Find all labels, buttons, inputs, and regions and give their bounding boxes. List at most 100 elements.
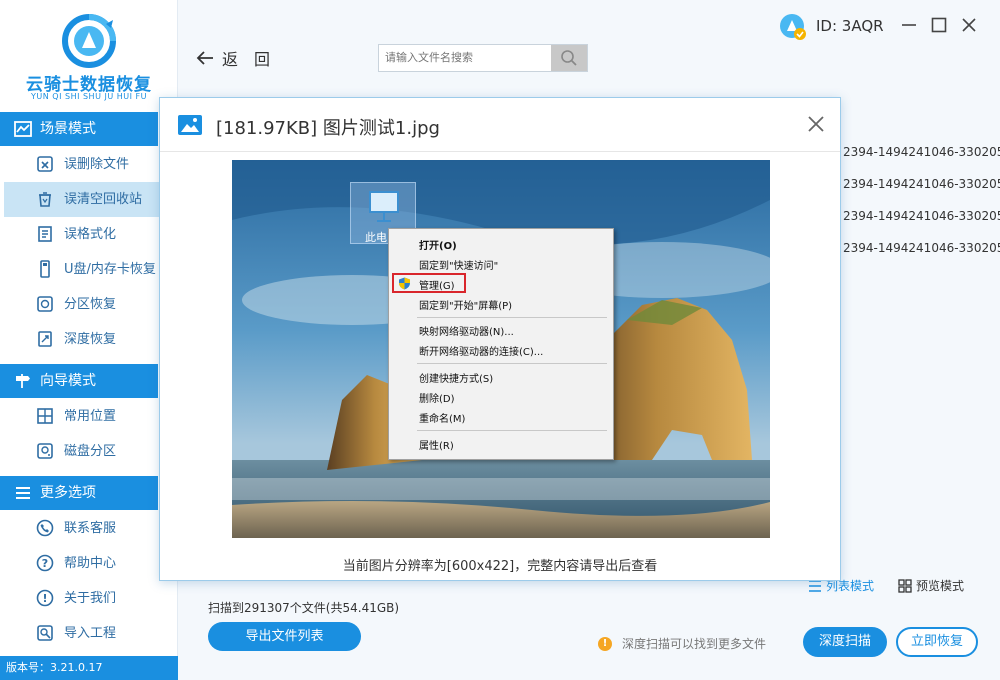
menu-separator <box>417 317 607 318</box>
dialog-title: [181.97KB] 图片测试1.jpg <box>216 118 440 139</box>
nav-label: 误清空回收站 <box>64 192 143 207</box>
nav-usb-recovery[interactable]: U盘/内存卡恢复 <box>0 252 178 287</box>
preview-mode-toggle[interactable]: 预览模式 <box>898 577 964 594</box>
file-row-id[interactable]: 2394-1494241046-3302053 <box>843 177 1000 191</box>
menu-item-open: 打开(O) <box>419 241 457 252</box>
hint-text: 深度扫描可以找到更多文件 <box>622 637 767 651</box>
dialog-close-icon[interactable] <box>806 114 826 134</box>
title-bar-right: ID: 3AQR <box>778 12 1000 42</box>
brand-subtitle: YUN QI SHI SHU JU HUI FU <box>31 92 147 101</box>
menu-item-pin-quick-access: 固定到"快速访问" <box>419 261 499 272</box>
info-icon: ! <box>36 589 54 607</box>
recover-now-button[interactable]: 立即恢复 <box>896 627 978 657</box>
menu-item-create-shortcut: 创建快捷方式(S) <box>419 374 494 385</box>
recycle-bin-icon <box>39 192 51 207</box>
nav-deleted-files[interactable]: 误删除文件 <box>0 147 178 182</box>
import-icon <box>37 625 53 641</box>
nav-label: 磁盘分区 <box>64 444 117 459</box>
nav-about-us[interactable]: ! 关于我们 <box>0 581 178 616</box>
nav-label: 关于我们 <box>64 591 117 606</box>
menu-separator <box>417 430 607 431</box>
menu-item-manage: 管理(G) <box>419 281 455 292</box>
image-icon <box>178 115 202 135</box>
grid-icon <box>898 578 912 593</box>
search-button[interactable] <box>551 45 587 71</box>
nav-format[interactable]: 误格式化 <box>0 217 178 252</box>
window-controls <box>900 16 978 34</box>
menu-separator <box>417 363 607 364</box>
section-more-options: 更多选项 <box>0 476 158 510</box>
search-input[interactable] <box>379 45 551 71</box>
context-menu-screenshot: 打开(O) 固定到"快速访问" 管理(G) 固定到"开始"屏幕(P) 映射网络驱… <box>388 228 614 460</box>
hard-disk-icon <box>37 443 53 459</box>
menu-item-map-drive: 映射网络驱动器(N)... <box>419 327 514 338</box>
resolution-caption: 当前图片分辨率为[600x422]，完整内容请导出后查看 <box>342 559 658 574</box>
minimize-icon[interactable] <box>900 16 918 34</box>
back-button[interactable]: 返 回 <box>196 46 270 70</box>
logo-icon <box>62 14 116 68</box>
nav-contact-support[interactable]: 联系客服 <box>0 511 178 546</box>
section-title: 更多选项 <box>40 485 96 501</box>
nav-label: U盘/内存卡恢复 <box>64 262 156 277</box>
nav-label: 分区恢复 <box>64 297 117 312</box>
windows-icon <box>37 408 53 424</box>
nav-label: 深度恢复 <box>64 332 117 347</box>
export-file-list-button[interactable]: 导出文件列表 <box>208 622 361 651</box>
deep-scan-hint: ! 深度扫描可以找到更多文件 <box>598 635 766 652</box>
preview-mode-label: 预览模式 <box>916 579 965 593</box>
nav-help-center[interactable]: ? 帮助中心 <box>0 546 178 581</box>
warning-icon: ! <box>598 636 612 651</box>
scan-summary: 扫描到291307个文件(共54.41GB) <box>208 601 400 615</box>
monitor-icon <box>369 191 399 222</box>
svg-text:?: ? <box>42 557 48 570</box>
deleted-files-icon <box>37 156 53 172</box>
shield-icon <box>399 277 410 290</box>
menu-item-delete: 删除(D) <box>419 394 455 405</box>
usb-drive-icon <box>40 260 50 278</box>
nav-import-project[interactable]: 导入工程 <box>0 616 178 651</box>
menu-item-disconnect-drive: 断开网络驱动器的连接(C)... <box>419 347 544 358</box>
section-title: 向导模式 <box>40 373 96 389</box>
version-label: 版本号：3.21.0.17 <box>0 656 178 680</box>
signpost-icon <box>16 374 30 388</box>
back-label: 返 回 <box>222 50 271 69</box>
menu-icon <box>16 487 30 499</box>
deep-scan-button[interactable]: 深度扫描 <box>803 627 887 657</box>
user-avatar-icon[interactable] <box>778 12 808 42</box>
nav-label: 联系客服 <box>64 521 117 536</box>
nav-partition-recovery[interactable]: 分区恢复 <box>0 287 178 322</box>
disk-icon <box>37 296 53 312</box>
sidebar: 云骑士数据恢复 YUN QI SHI SHU JU HUI FU 场景模式 误删… <box>0 0 178 680</box>
section-wizard-mode: 向导模式 <box>0 364 158 398</box>
nav-recycle-bin[interactable]: 误清空回收站 <box>4 182 174 217</box>
nav-label: 误删除文件 <box>64 157 130 172</box>
search-box <box>378 44 588 72</box>
desktop-icon-label: 此电 <box>365 231 387 244</box>
file-row-id[interactable]: 2394-1494241046-3302053 <box>843 241 1000 255</box>
dialog-header: [181.97KB] 图片测试1.jpg <box>160 98 840 152</box>
nav-common-locations[interactable]: 常用位置 <box>0 399 178 434</box>
nav-label: 误格式化 <box>64 227 117 242</box>
menu-item-properties: 属性(R) <box>419 441 454 452</box>
nav-label: 帮助中心 <box>64 556 117 571</box>
menu-item-pin-start: 固定到"开始"屏幕(P) <box>419 301 513 312</box>
app-window: 云骑士数据恢复 YUN QI SHI SHU JU HUI FU 场景模式 误删… <box>0 0 1000 680</box>
file-row-id[interactable]: 2394-1494241046-3302053 <box>843 209 1000 223</box>
close-icon[interactable] <box>960 16 978 34</box>
nav-disk-partition[interactable]: 磁盘分区 <box>0 434 178 469</box>
maximize-icon[interactable] <box>930 16 948 34</box>
logo: 云骑士数据恢复 YUN QI SHI SHU JU HUI FU <box>0 0 178 112</box>
menu-item-rename: 重命名(M) <box>419 414 466 425</box>
file-row-id[interactable]: 2394-1494241046-3302053 <box>843 145 1000 159</box>
nav-deep-recovery[interactable]: 深度恢复 <box>0 322 178 357</box>
nav-label: 常用位置 <box>64 409 117 424</box>
arrow-left-icon <box>196 51 213 65</box>
image-preview: 此电 打开(O) 固定到"快速访问" 管理(G) 固定到"开始"屏幕(P) 映射… <box>232 160 770 538</box>
format-icon <box>38 226 52 242</box>
section-scene-mode: 场景模式 <box>0 112 158 146</box>
section-title: 场景模式 <box>40 121 96 137</box>
nav-label: 导入工程 <box>64 626 117 641</box>
phone-icon <box>36 519 54 537</box>
image-preview-dialog: [181.97KB] 图片测试1.jpg 此电 打开(O) 固定到"快速访问" … <box>159 97 841 581</box>
search-icon <box>561 50 577 66</box>
